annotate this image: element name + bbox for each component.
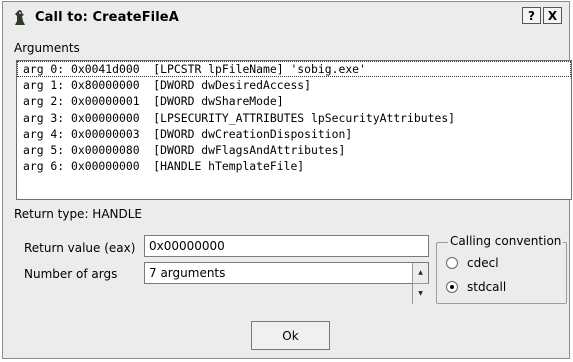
argument-row[interactable]: arg 5: 0x00000080 [DWORD dwFlagsAndAttri… bbox=[17, 142, 571, 158]
argument-row[interactable]: arg 3: 0x00000000 [LPSECURITY_ATTRIBUTES… bbox=[17, 110, 571, 126]
return-value-field[interactable]: 0x00000000 bbox=[144, 235, 429, 257]
spin-down-icon[interactable]: ▼ bbox=[412, 283, 428, 304]
calling-convention-title: Calling convention bbox=[448, 234, 564, 248]
help-button[interactable]: ? bbox=[522, 7, 541, 24]
close-button[interactable]: X bbox=[543, 7, 562, 24]
radio-stdcall[interactable]: stdcall bbox=[446, 280, 506, 294]
argument-row[interactable]: arg 0: 0x0041d000 [LPCSTR lpFileName] 's… bbox=[17, 61, 571, 78]
num-args-text: 7 arguments bbox=[149, 266, 226, 280]
return-value-text: 0x00000000 bbox=[149, 239, 225, 253]
num-args-label: Number of args bbox=[24, 267, 118, 281]
radio-cdecl-icon[interactable] bbox=[446, 257, 458, 269]
radio-stdcall-label: stdcall bbox=[467, 280, 507, 294]
ok-button[interactable]: Ok bbox=[251, 321, 330, 350]
window-title: Call to: CreateFileA bbox=[35, 9, 179, 25]
arguments-list[interactable]: arg 0: 0x0041d000 [LPCSTR lpFileName] 's… bbox=[16, 60, 572, 200]
radio-selected-dot bbox=[450, 285, 454, 289]
calling-convention-group: Calling convention cdecl stdcall bbox=[436, 234, 567, 304]
num-args-stepper[interactable]: 7 arguments ▲ ▼ bbox=[144, 262, 429, 304]
radio-stdcall-icon[interactable] bbox=[446, 281, 458, 293]
radio-cdecl-label: cdecl bbox=[467, 256, 499, 270]
argument-row[interactable]: arg 4: 0x00000003 [DWORD dwCreationDispo… bbox=[17, 126, 571, 142]
argument-row[interactable]: arg 6: 0x00000000 [HANDLE hTemplateFile] bbox=[17, 158, 571, 174]
call-dialog: Call to: CreateFileA ? X Arguments arg 0… bbox=[2, 1, 572, 359]
return-value-label: Return value (eax) bbox=[24, 241, 136, 255]
title-bar[interactable]: Call to: CreateFileA ? X bbox=[3, 2, 569, 32]
arguments-label: Arguments bbox=[14, 41, 80, 55]
argument-row[interactable]: arg 1: 0x80000000 [DWORD dwDesiredAccess… bbox=[17, 77, 571, 93]
debugger-icon bbox=[12, 8, 28, 26]
num-args-spinner: ▲ ▼ bbox=[412, 263, 428, 304]
spin-up-icon[interactable]: ▲ bbox=[412, 263, 428, 283]
argument-row[interactable]: arg 2: 0x00000001 [DWORD dwShareMode] bbox=[17, 93, 571, 109]
return-type-label: Return type: HANDLE bbox=[14, 207, 143, 221]
radio-cdecl[interactable]: cdecl bbox=[446, 256, 499, 270]
